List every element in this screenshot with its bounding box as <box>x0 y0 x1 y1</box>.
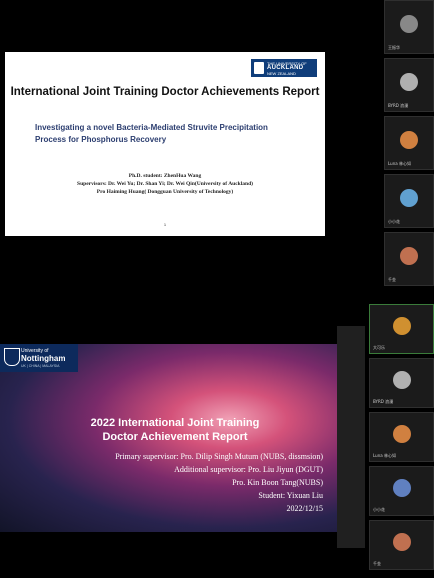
participant-avatar <box>392 425 411 444</box>
participant-tile[interactable]: 大可乐 <box>369 304 434 354</box>
participant-avatar <box>400 246 418 265</box>
participant-tile[interactable]: 千金 <box>369 520 434 570</box>
participant-avatar <box>400 130 418 149</box>
participant-avatar <box>392 317 411 336</box>
co-supervisor: Pro. Kin Boon Tang(NUBS) <box>232 478 323 487</box>
participant-avatar <box>392 533 411 552</box>
primary-supervisor: Primary supervisor: Pro. Dilip Singh Mut… <box>115 452 323 461</box>
additional-supervisor: Additional supervisor: Pro. Liu Jiyun (D… <box>174 465 323 474</box>
participant-name: BYRD 浪漫 <box>388 103 409 108</box>
student-line: Student: Yixuan Liu <box>258 491 323 500</box>
participant-name: 千金 <box>388 277 396 282</box>
student-line: Ph.D. student: ZhenHua Wang <box>128 173 202 179</box>
supervisors-line2: Pro Haiming Huang( Dongguan University o… <box>96 189 234 195</box>
participant-tile[interactable]: 小小花 <box>384 174 434 228</box>
participant-avatar <box>392 371 411 390</box>
participant-avatar <box>392 479 411 498</box>
logo-line2: Nottingham <box>21 354 66 363</box>
date-line: 2022/12/15 <box>286 504 323 513</box>
logo-line3: UK | CHINA | MALAYSIA <box>21 364 60 368</box>
supervisors-line1: Supervisors: Dr. Wei Yu; Dr. Shan Yi; Dr… <box>77 181 253 187</box>
participant-tile[interactable]: Luna 林心如 <box>384 116 434 170</box>
participant-name: 小小花 <box>388 219 400 224</box>
participant-tile[interactable]: Luna 林心如 <box>369 412 434 462</box>
slide-authors: Ph.D. student: ZhenHua Wang Supervisors:… <box>5 172 325 196</box>
subtitle-line2: Process for Phosphorus Recovery <box>35 135 167 144</box>
participant-name: BYRD 浪漫 <box>373 399 394 404</box>
slide-side-gap <box>337 326 365 548</box>
subtitle-line1: Investigating a novel Bacteria-Mediated … <box>35 123 268 132</box>
participant-tile[interactable]: 千金 <box>384 232 434 286</box>
participant-avatar <box>400 72 418 91</box>
participant-tile[interactable]: BYRD 浪漫 <box>384 58 434 112</box>
participant-name: Luna 林心如 <box>373 453 396 458</box>
auckland-logo: THE UNIVERSITY OF AUCKLAND NEW ZEALAND <box>251 59 317 77</box>
slide-authors: Primary supervisor: Pro. Dilip Singh Mut… <box>115 450 323 515</box>
slide-title: 2022 International Joint Training Doctor… <box>60 416 290 444</box>
title-line2: Doctor Achievement Report <box>102 431 248 443</box>
participant-avatar <box>400 14 418 33</box>
participant-tile[interactable]: BYRD 浪漫 <box>369 358 434 408</box>
page-number: 1 <box>163 222 167 227</box>
participant-name: 大可乐 <box>373 345 385 350</box>
auckland-crest-icon <box>254 62 264 74</box>
slide-subtitle: Investigating a novel Bacteria-Mediated … <box>35 122 305 146</box>
participant-name: 千金 <box>373 561 381 566</box>
logo-line3: NEW ZEALAND <box>267 71 296 76</box>
nottingham-logo: University of Nottingham UK | CHINA | MA… <box>0 344 78 372</box>
participant-name: 王振华 <box>388 45 400 50</box>
slide-title: International Joint Training Doctor Achi… <box>10 86 320 98</box>
shared-slide-auckland: THE UNIVERSITY OF AUCKLAND NEW ZEALAND I… <box>5 52 325 236</box>
nottingham-crest-icon <box>4 348 20 366</box>
participant-avatar <box>400 188 418 207</box>
participant-name: 小小花 <box>373 507 385 512</box>
participant-tile[interactable]: 王振华 <box>384 0 434 54</box>
participant-tile[interactable]: 小小花 <box>369 466 434 516</box>
title-line1: 2022 International Joint Training <box>90 417 260 429</box>
shared-slide-nottingham: University of Nottingham UK | CHINA | MA… <box>0 344 337 532</box>
participant-name: Luna 林心如 <box>388 161 411 166</box>
